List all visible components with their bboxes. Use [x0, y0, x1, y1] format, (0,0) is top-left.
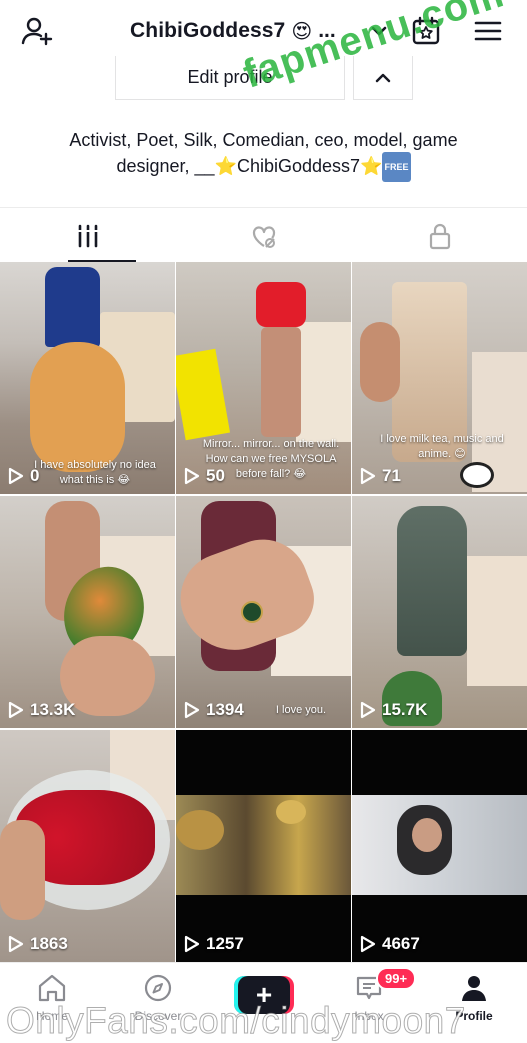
liked-hidden-icon: [252, 225, 275, 248]
person-figure: [45, 267, 100, 347]
free-badge: FREE: [382, 152, 411, 182]
video-thumbnail[interactable]: Mirror... mirror... on the wall. How can…: [176, 262, 351, 494]
play-icon: [360, 701, 376, 719]
bed: [296, 322, 351, 442]
video-thumbnail[interactable]: 4667: [352, 730, 527, 962]
view-count-text: 71: [382, 466, 401, 485]
poster: [176, 348, 231, 441]
tab-private[interactable]: [352, 208, 527, 263]
star-icon: ⭐: [214, 156, 237, 176]
view-count-text: 4667: [382, 934, 420, 953]
person-figure: [397, 506, 467, 656]
view-count: 50: [184, 466, 225, 486]
view-count-text: 15.7K: [382, 700, 428, 719]
bio-prefix: designer, __: [116, 156, 215, 176]
play-icon: [184, 701, 200, 719]
favorites-toggle-button[interactable]: [353, 56, 413, 100]
bio-line-1: Activist, Poet, Silk, Comedian, ceo, mod…: [69, 130, 458, 150]
play-icon: [184, 467, 200, 485]
view-count-text: 0: [30, 466, 40, 485]
video-grid: I have absolutely no idea what this is 😂…: [0, 262, 527, 962]
view-count: 13.3K: [8, 700, 75, 720]
view-count-text: 50: [206, 466, 225, 485]
video-thumbnail[interactable]: I have absolutely no idea what this is 😂…: [0, 262, 175, 494]
view-count: 15.7K: [360, 700, 427, 720]
compass-icon: [144, 974, 172, 1002]
view-count: 0: [8, 466, 39, 486]
tab-videos[interactable]: [0, 208, 175, 263]
profile-tabs: [0, 207, 527, 263]
view-count: 1257: [184, 934, 244, 954]
username: ChibiGoddess7: [130, 19, 286, 42]
hand: [0, 820, 45, 920]
video-thumbnail[interactable]: I love milk tea, music and anime. 😊 71: [352, 262, 527, 494]
face: [412, 818, 442, 852]
bio-name: ChibiGoddess7: [236, 156, 361, 176]
play-icon: [184, 935, 200, 953]
lock-icon: [429, 223, 450, 249]
video-thumbnail[interactable]: 1257: [176, 730, 351, 962]
view-count-text: 1257: [206, 934, 244, 953]
necklace-pendant: [241, 601, 263, 623]
play-icon: [8, 935, 24, 953]
home-icon: [38, 974, 66, 1002]
play-icon: [8, 701, 24, 719]
video-caption: I have absolutely no idea what this is 😂: [34, 459, 156, 486]
food-slice: [276, 800, 306, 824]
profile-bio: Activist, Poet, Silk, Comedian, ceo, mod…: [20, 128, 507, 182]
videos-grid-icon: [76, 224, 99, 247]
view-count: 1863: [8, 934, 68, 954]
view-count-text: 1863: [30, 934, 68, 953]
bio-line-2: designer, __⭐ChibiGoddess7⭐ FREE: [20, 152, 507, 182]
person-figure: [256, 282, 306, 327]
view-count-text: 13.3K: [30, 700, 76, 719]
play-icon: [360, 467, 376, 485]
bed: [467, 556, 527, 686]
video-thumbnail[interactable]: 1863: [0, 730, 175, 962]
panda-sticker: [460, 462, 494, 488]
video-thumbnail[interactable]: 13.3K: [0, 496, 175, 728]
video-caption: I love you.: [275, 704, 327, 716]
view-count-text: 1394: [206, 700, 244, 719]
chevron-up-icon: [375, 73, 391, 82]
star-icon: ⭐: [360, 156, 383, 176]
play-icon: [360, 935, 376, 953]
person-legs: [261, 327, 301, 437]
play-icon: [8, 467, 24, 485]
video-caption: I love milk tea, music and anime. 😊: [380, 433, 504, 460]
profile-icon: [462, 976, 486, 1001]
add-user-icon[interactable]: [20, 14, 54, 48]
watermark-bottom: OnlyFans.com/cindymoon7: [6, 1000, 466, 1042]
squash: [30, 342, 125, 472]
hand: [360, 322, 400, 402]
view-count: 71: [360, 466, 401, 486]
video-thumbnail[interactable]: 15.7K: [352, 496, 527, 728]
view-count: 1394: [184, 700, 244, 720]
tab-liked[interactable]: [176, 208, 351, 263]
video-thumbnail[interactable]: I love you. 1394: [176, 496, 351, 728]
inbox-badge: 99+: [376, 967, 417, 990]
food-slice: [176, 810, 224, 850]
view-count: 4667: [360, 934, 420, 954]
